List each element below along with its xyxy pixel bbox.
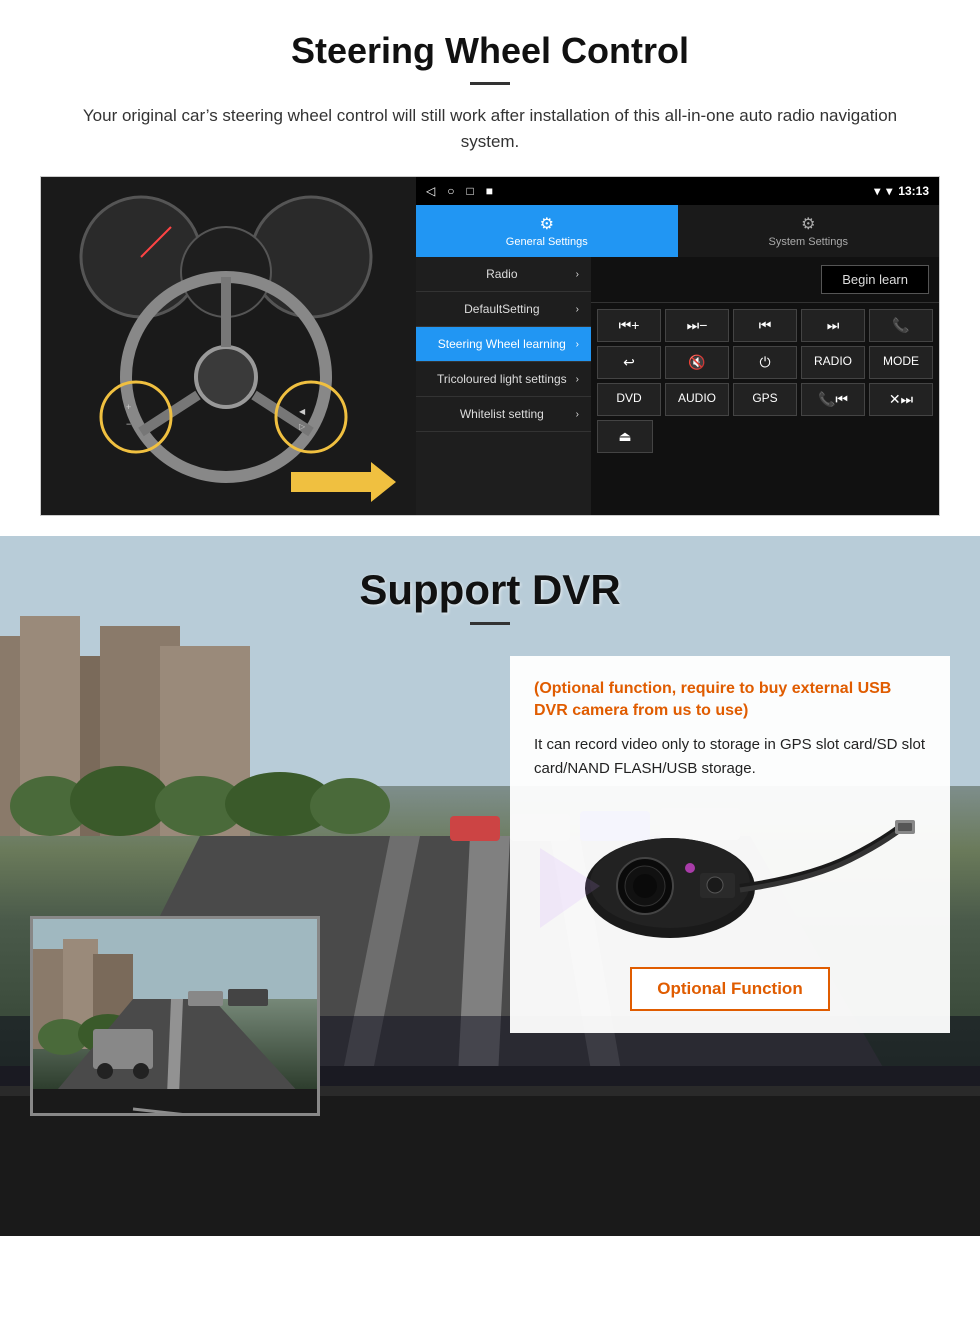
dvr-divider: [470, 622, 510, 625]
dvr-optional-text: (Optional function, require to buy exter…: [534, 678, 926, 723]
ctrl-prev[interactable]: ⏮: [733, 309, 797, 342]
topbar-nav-icons: ◁ ○ □ ■: [426, 184, 493, 198]
control-panel: Begin learn ⏮+ ⏭− ⏮: [591, 257, 939, 515]
ctrl-power[interactable]: ⏻: [733, 346, 797, 379]
menu-item-default[interactable]: DefaultSetting ›: [416, 292, 591, 327]
ctrl-phone-prev[interactable]: 📞⏮: [801, 383, 865, 416]
menu-whitelist-label: Whitelist setting: [428, 407, 576, 421]
dvr-preview-svg: [33, 919, 320, 1116]
gear-icon: ⚙: [540, 214, 554, 234]
ctrl-mute[interactable]: 🔇: [665, 346, 729, 379]
topbar-status: ▾ ▾ 13:13: [874, 184, 929, 198]
steering-wheel-svg: + − ◀ ▷: [41, 177, 416, 516]
svg-text:+: +: [126, 402, 131, 412]
dvr-camera-image: [534, 793, 926, 953]
chevron-icon: ›: [576, 269, 579, 280]
ctrl-dvd[interactable]: DVD: [597, 383, 661, 416]
photo-bg: + − ◀ ▷: [41, 177, 416, 516]
title-divider: [470, 82, 510, 85]
ctrl-hangup[interactable]: ↩: [597, 346, 661, 379]
control-row-4: ⏏: [597, 420, 933, 453]
svg-text:−: −: [126, 419, 131, 429]
steering-subtitle: Your original car’s steering wheel contr…: [60, 103, 920, 154]
android-ui-panel: ◁ ○ □ ■ ▾ ▾ 13:13 ⚙ General Settings: [416, 177, 939, 515]
menu-item-steering-learning[interactable]: Steering Wheel learning ›: [416, 327, 591, 362]
steering-title: Steering Wheel Control: [40, 30, 940, 72]
steering-content-area: + − ◀ ▷ ◁ ○ □ ■: [40, 176, 940, 516]
menu-icon[interactable]: ■: [486, 184, 493, 198]
steering-wheel-photo: + − ◀ ▷: [41, 177, 416, 516]
svg-text:▷: ▷: [299, 422, 306, 431]
wifi-icon: ▾: [886, 184, 892, 198]
menu-item-radio[interactable]: Radio ›: [416, 257, 591, 292]
control-row-2: ↩ 🔇 ⏻ RADIO MOD: [597, 346, 933, 379]
begin-learn-button[interactable]: Begin learn: [821, 265, 929, 294]
svg-text:◀: ◀: [299, 407, 306, 416]
dvr-body-text: It can record video only to storage in G…: [534, 733, 926, 781]
ctrl-gps[interactable]: GPS: [733, 383, 797, 416]
recents-icon[interactable]: □: [466, 184, 473, 198]
menu-steering-label: Steering Wheel learning: [428, 337, 576, 351]
settings-icon: ⚙: [801, 214, 815, 234]
dvr-preview-screen: [30, 916, 320, 1116]
menu-default-label: DefaultSetting: [428, 302, 576, 316]
android-body: Radio › DefaultSetting › Steering Wheel …: [416, 257, 939, 515]
home-icon[interactable]: ○: [447, 184, 454, 198]
tab-system-settings[interactable]: ⚙ System Settings: [678, 205, 940, 257]
chevron-icon-4: ›: [576, 374, 579, 385]
ctrl-next[interactable]: ⏭: [801, 309, 865, 342]
dvr-preview-inner: [33, 919, 317, 1113]
ctrl-eject[interactable]: ⏏: [597, 420, 653, 453]
ctrl-radio[interactable]: RADIO: [801, 346, 865, 379]
optional-function-button[interactable]: Optional Function: [630, 967, 830, 1011]
ctrl-mode[interactable]: MODE: [869, 346, 933, 379]
dvr-section: Support DVR (Optional function, require …: [0, 536, 980, 1236]
signal-icon: ▾: [874, 184, 880, 198]
menu-item-whitelist[interactable]: Whitelist setting ›: [416, 397, 591, 432]
ctrl-phone[interactable]: 📞: [869, 309, 933, 342]
ctrl-vol-up[interactable]: ⏮+: [597, 309, 661, 342]
tab-system-label: System Settings: [769, 236, 848, 248]
dvr-title-wrap: Support DVR: [0, 536, 980, 635]
ctrl-x-next[interactable]: ✕⏭: [869, 383, 933, 416]
chevron-icon-5: ›: [576, 409, 579, 420]
android-topbar: ◁ ○ □ ■ ▾ ▾ 13:13: [416, 177, 939, 205]
control-row-3: DVD AUDIO GPS 📞⏮: [597, 383, 933, 416]
control-buttons-area: ⏮+ ⏭− ⏮ ⏭ 📞: [591, 303, 939, 459]
menu-radio-label: Radio: [428, 267, 576, 281]
dvr-camera-svg: [540, 798, 920, 948]
begin-learn-row: Begin learn: [591, 257, 939, 303]
menu-panel: Radio › DefaultSetting › Steering Wheel …: [416, 257, 591, 515]
android-tabs: ⚙ General Settings ⚙ System Settings: [416, 205, 939, 257]
menu-item-tricoloured[interactable]: Tricoloured light settings ›: [416, 362, 591, 397]
chevron-icon-2: ›: [576, 304, 579, 315]
back-icon[interactable]: ◁: [426, 184, 435, 198]
steering-section: Steering Wheel Control Your original car…: [0, 0, 980, 536]
tab-general-settings[interactable]: ⚙ General Settings: [416, 205, 678, 257]
chevron-icon-3: ›: [576, 339, 579, 350]
menu-tri-label: Tricoloured light settings: [428, 372, 576, 386]
ctrl-audio[interactable]: AUDIO: [665, 383, 729, 416]
tab-general-label: General Settings: [506, 236, 588, 248]
dvr-info-card: (Optional function, require to buy exter…: [510, 656, 950, 1033]
ctrl-vol-down[interactable]: ⏭−: [665, 309, 729, 342]
dvr-title: Support DVR: [0, 566, 980, 614]
control-row-1: ⏮+ ⏭− ⏮ ⏭ 📞: [597, 309, 933, 342]
clock: 13:13: [898, 184, 929, 198]
